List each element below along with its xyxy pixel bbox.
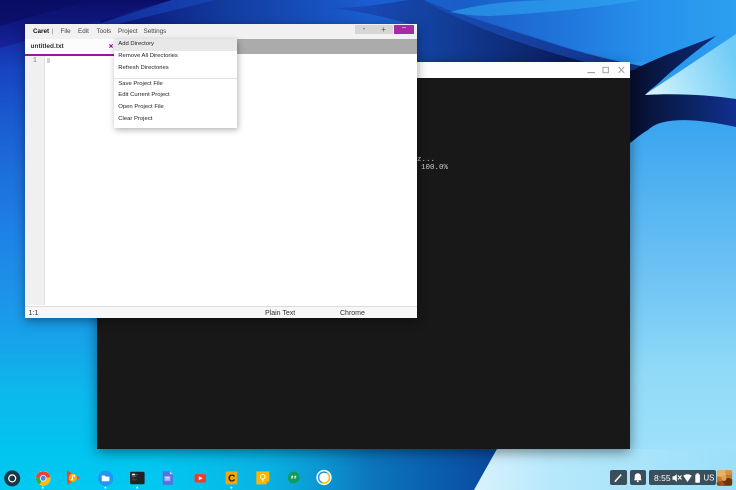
svg-text:US: US [704,474,715,483]
svg-text:8:55: 8:55 [654,473,671,483]
